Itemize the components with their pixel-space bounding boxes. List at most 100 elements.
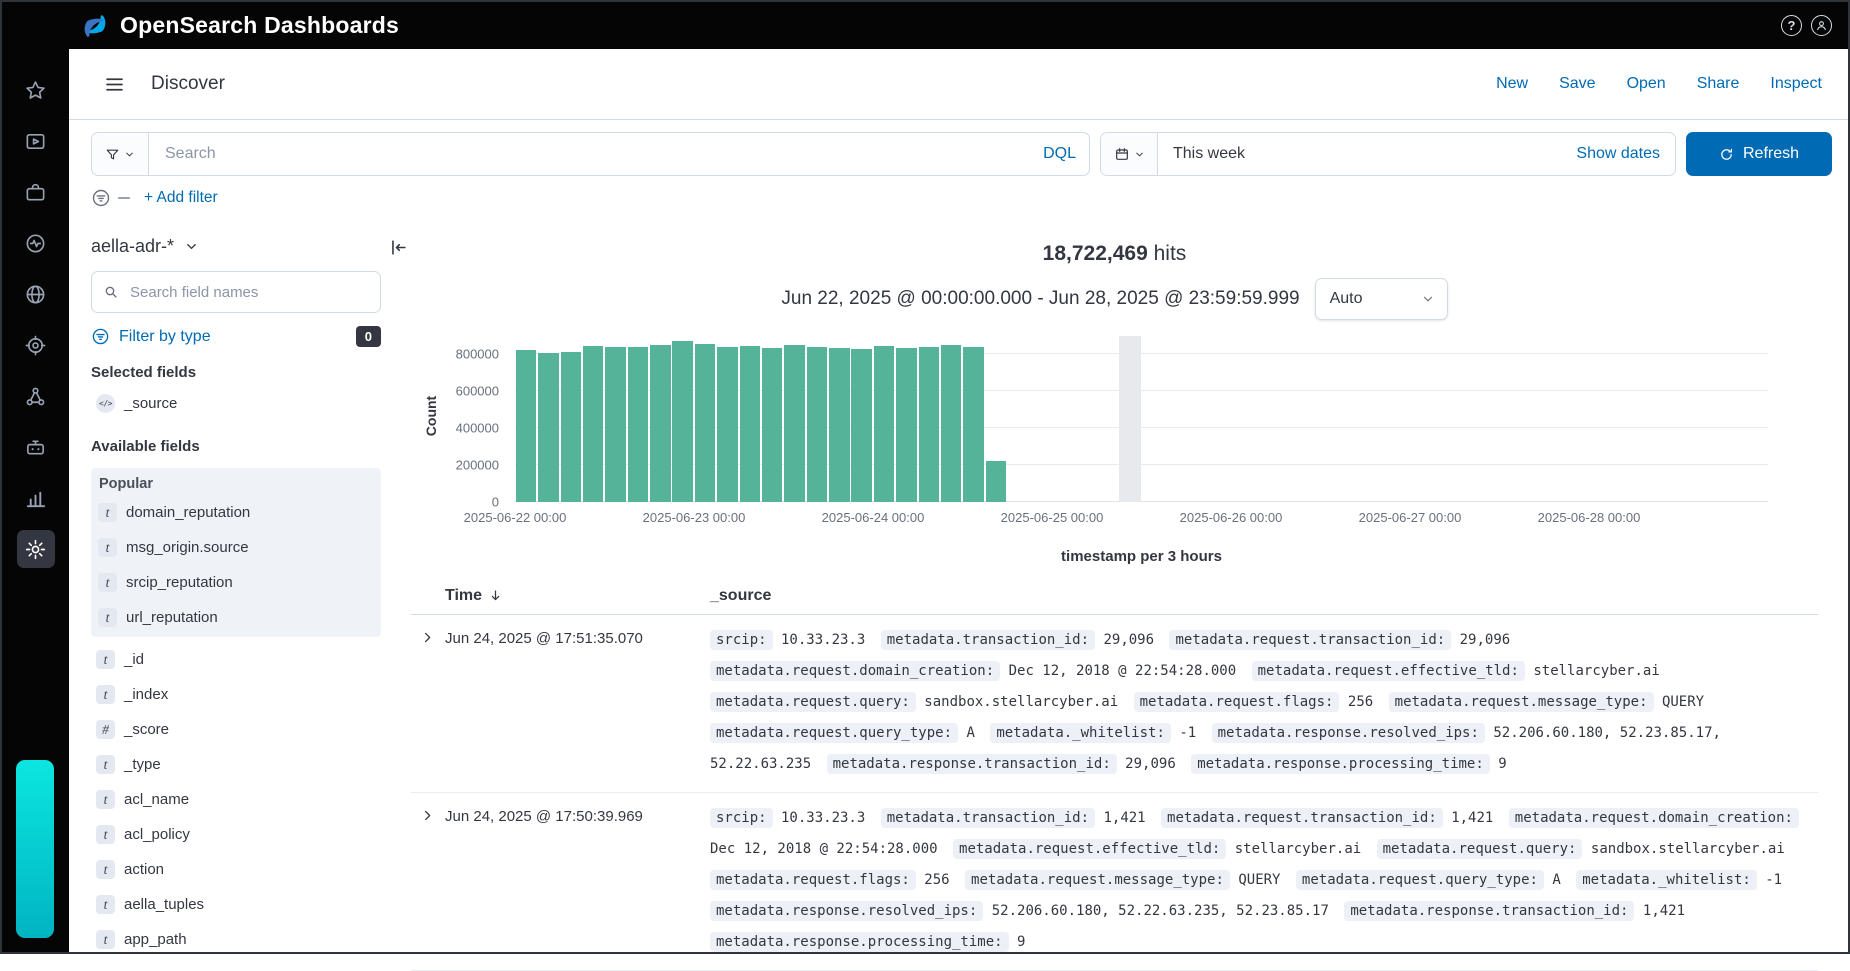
histogram-bar[interactable] [963,347,984,502]
nav-action-inspect[interactable]: Inspect [1770,75,1822,93]
field-item-msg_origin.source[interactable]: tmsg_origin.source [93,530,379,565]
histogram-bar[interactable] [762,348,783,502]
histogram-bar[interactable] [851,349,872,502]
field-value: -1 [1171,725,1196,741]
histogram-bar[interactable] [896,348,917,502]
menu-toggle-icon[interactable] [100,70,129,99]
histogram-bar[interactable] [561,352,582,502]
chart-plot[interactable] [515,336,1768,502]
field-pair: srcip: 10.33.23.3 [710,632,865,648]
column-header-source[interactable]: _source [710,587,1818,605]
string-type-icon: t [96,895,115,914]
field-item-_type[interactable]: t_type [91,747,381,782]
nav-action-new[interactable]: New [1496,75,1528,93]
field-item-_score[interactable]: #_score [91,712,381,747]
histogram-bar[interactable] [941,345,962,502]
breadcrumb[interactable]: Discover [151,73,225,95]
time-range-value[interactable]: This week [1173,145,1245,163]
field-key: metadata._whitelist: [990,723,1171,743]
histogram-bar[interactable] [605,347,626,502]
field-key: metadata.request.query_type: [1296,870,1544,890]
histogram-bar[interactable] [538,353,559,502]
sort-desc-icon [488,588,503,603]
nav-action-save[interactable]: Save [1559,75,1595,93]
interval-select[interactable]: Auto [1315,278,1448,320]
histogram-bar[interactable] [650,345,671,502]
search-input[interactable] [148,132,1090,176]
globe-icon[interactable] [17,275,55,313]
target-icon[interactable] [17,326,55,364]
saved-filters-icon[interactable] [91,188,111,208]
field-item-_id[interactable]: t_id [91,642,381,677]
hits-count: 18,722,469 hits [411,242,1818,266]
column-header-time[interactable]: Time [445,587,710,605]
field-item-_index[interactable]: t_index [91,677,381,712]
field-item-aella_tuples[interactable]: taella_tuples [91,887,381,922]
pulse-icon[interactable] [17,224,55,262]
field-item-acl_policy[interactable]: tacl_policy [91,817,381,852]
filter-by-type-button[interactable]: Filter by type [91,327,211,346]
histogram-bar[interactable] [672,341,693,502]
field-pair: metadata.request.message_type: QUERY [1389,694,1704,710]
expand-row-icon[interactable] [415,805,439,829]
histogram-bar[interactable] [717,347,738,502]
collapse-fields-icon[interactable] [385,236,411,262]
field-item-action[interactable]: taction [91,852,381,887]
opensearch-home-link[interactable]: OpenSearch Dashboards [80,11,399,41]
field-item-acl_name[interactable]: tacl_name [91,782,381,817]
field-pair: metadata.request.flags: 256 [1134,694,1374,710]
saved-query-button[interactable] [91,132,149,176]
field-item-url_reputation[interactable]: turl_reputation [93,600,379,635]
field-value: 29,096 [1451,632,1510,648]
index-pattern-label: aella-adr-* [91,236,174,257]
histogram-bar[interactable] [628,347,649,502]
chart-icon[interactable] [17,479,55,517]
expand-row-icon[interactable] [415,627,439,651]
histogram-chart[interactable]: Count 0200000400000600000800000 2025-06-… [411,336,1768,542]
add-filter-button[interactable]: + Add filter [144,189,218,207]
console-icon[interactable] [17,122,55,160]
x-tick-label: 2025-06-27 00:00 [1359,510,1462,525]
user-icon[interactable] [1811,15,1832,36]
star-icon[interactable] [17,71,55,109]
network-icon[interactable] [17,377,55,415]
top-header: OpenSearch Dashboards ? [2,2,1848,49]
refresh-button[interactable]: Refresh [1686,132,1832,176]
doc-source: srcip: 10.33.23.3 metadata.transaction_i… [710,803,1818,958]
nav-action-share[interactable]: Share [1697,75,1740,93]
field-key: metadata.request.effective_tld: [953,839,1226,859]
index-pattern-select[interactable]: aella-adr-* [91,232,199,261]
string-type-icon: t [96,755,115,774]
x-axis: 2025-06-22 00:002025-06-23 00:002025-06-… [515,510,1768,532]
search-group: DQL [91,132,1090,176]
field-search-input[interactable] [91,271,381,313]
field-name: _score [124,721,169,738]
histogram-bar[interactable] [829,348,850,502]
stellar-cyber-logo[interactable] [16,760,54,938]
field-item-domain_reputation[interactable]: tdomain_reputation [93,495,379,530]
query-language-button[interactable]: DQL [1043,145,1076,163]
field-item-srcip_reputation[interactable]: tsrcip_reputation [93,565,379,600]
settings-icon[interactable] [17,530,55,568]
field-pair: metadata.response.transaction_id: 1,421 [1344,903,1685,919]
histogram-bar[interactable] [874,346,895,502]
nav-action-open[interactable]: Open [1627,75,1666,93]
histogram-bar[interactable] [784,345,805,502]
help-icon[interactable]: ? [1781,15,1802,36]
histogram-bar[interactable] [740,346,761,502]
histogram-bar[interactable] [807,347,828,502]
field-pair: metadata.request.query_type: A [1296,872,1561,888]
popular-fields-list: tdomain_reputationtmsg_origin.sourcetsrc… [93,495,379,635]
histogram-bar[interactable] [919,347,940,502]
calendar-button[interactable] [1101,133,1158,175]
histogram-bar[interactable] [583,346,604,502]
field-item-app_path[interactable]: tapp_path [91,922,381,952]
histogram-bar[interactable] [695,344,716,502]
show-dates-button[interactable]: Show dates [1576,145,1660,163]
bot-icon[interactable] [17,428,55,466]
field-item-_source[interactable]: </>_source [91,386,381,421]
histogram-bar[interactable] [986,461,1007,502]
briefcase-icon[interactable] [17,173,55,211]
field-value: stellarcyber.ai [1525,663,1660,679]
histogram-bar[interactable] [516,350,537,502]
